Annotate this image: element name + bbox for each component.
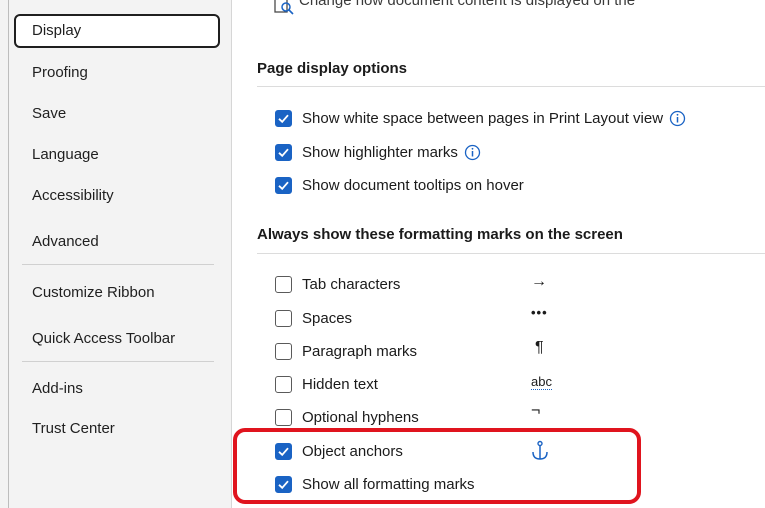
- checkmark-icon: [278, 114, 289, 123]
- checkbox-checked[interactable]: [275, 109, 292, 127]
- option-label: Show highlighter marks: [302, 143, 458, 161]
- spaces-dots-symbol: •••: [531, 305, 548, 320]
- sidebar-item-quick-access-toolbar[interactable]: Quick Access Toolbar: [14, 322, 220, 356]
- formatting-marks-title: Always show these formatting marks on th…: [257, 226, 623, 243]
- sidebar-item-display[interactable]: Display: [14, 14, 220, 48]
- sidebar-edge-line: [8, 0, 9, 508]
- document-search-icon: [274, 0, 294, 15]
- sidebar-item-trust-center[interactable]: Trust Center: [14, 412, 220, 446]
- pilcrow-symbol: ¶: [535, 339, 544, 356]
- sidebar-item-accessibility[interactable]: Accessibility: [14, 179, 220, 213]
- section-description: Change how document content is displayed…: [233, 0, 765, 22]
- sidebar-divider: [22, 264, 214, 265]
- option-label: Paragraph marks: [302, 342, 418, 360]
- options-sidebar: Display Proofing Save Language Accessibi…: [0, 0, 232, 508]
- checkmark-icon: [278, 148, 289, 157]
- checkbox-unchecked[interactable]: [275, 342, 292, 360]
- sidebar-divider: [22, 361, 214, 362]
- option-label: Show document tooltips on hover: [302, 176, 524, 194]
- checkbox-unchecked[interactable]: [275, 375, 292, 393]
- option-tab-characters[interactable]: Tab characters: [275, 273, 400, 295]
- option-paragraph-marks[interactable]: Paragraph marks: [275, 340, 417, 362]
- option-label: Optional hyphens: [302, 408, 419, 426]
- sidebar-item-save[interactable]: Save: [14, 97, 220, 131]
- hidden-text-symbol: abc: [531, 374, 552, 390]
- option-label: Tab characters: [302, 275, 401, 293]
- display-options-panel: Change how document content is displayed…: [233, 0, 765, 508]
- sidebar-item-customize-ribbon[interactable]: Customize Ribbon: [14, 276, 220, 310]
- section-description-text: Change how document content is displayed…: [299, 0, 636, 9]
- option-spaces[interactable]: Spaces: [275, 307, 352, 329]
- optional-hyphen-symbol: ¬: [531, 402, 541, 419]
- sidebar-item-advanced[interactable]: Advanced: [14, 225, 220, 259]
- page-display-title: Page display options: [257, 60, 408, 77]
- sidebar-item-proofing[interactable]: Proofing: [14, 56, 220, 90]
- sidebar-item-language[interactable]: Language: [14, 138, 220, 172]
- highlight-annotation-box: [233, 428, 641, 504]
- checkbox-unchecked[interactable]: [275, 275, 292, 293]
- checkbox-unchecked[interactable]: [275, 309, 292, 327]
- section-rule: [257, 253, 765, 254]
- checkbox-checked[interactable]: [275, 143, 292, 161]
- option-label: Hidden text: [302, 375, 378, 393]
- option-white-space[interactable]: Show white space between pages in Print …: [275, 107, 686, 129]
- checkbox-checked[interactable]: [275, 176, 292, 194]
- option-label: Spaces: [302, 309, 353, 327]
- checkbox-unchecked[interactable]: [275, 408, 292, 426]
- section-rule: [257, 86, 765, 87]
- info-icon[interactable]: [464, 144, 481, 161]
- option-hidden-text[interactable]: Hidden text: [275, 373, 378, 395]
- info-icon[interactable]: [669, 110, 686, 127]
- checkmark-icon: [278, 181, 289, 190]
- sidebar-item-add-ins[interactable]: Add-ins: [14, 372, 220, 406]
- option-document-tooltips[interactable]: Show document tooltips on hover: [275, 174, 524, 196]
- option-highlighter-marks[interactable]: Show highlighter marks: [275, 141, 481, 163]
- option-optional-hyphens[interactable]: Optional hyphens: [275, 406, 419, 428]
- option-label: Show white space between pages in Print …: [302, 109, 664, 127]
- tab-arrow-symbol: →: [531, 273, 547, 290]
